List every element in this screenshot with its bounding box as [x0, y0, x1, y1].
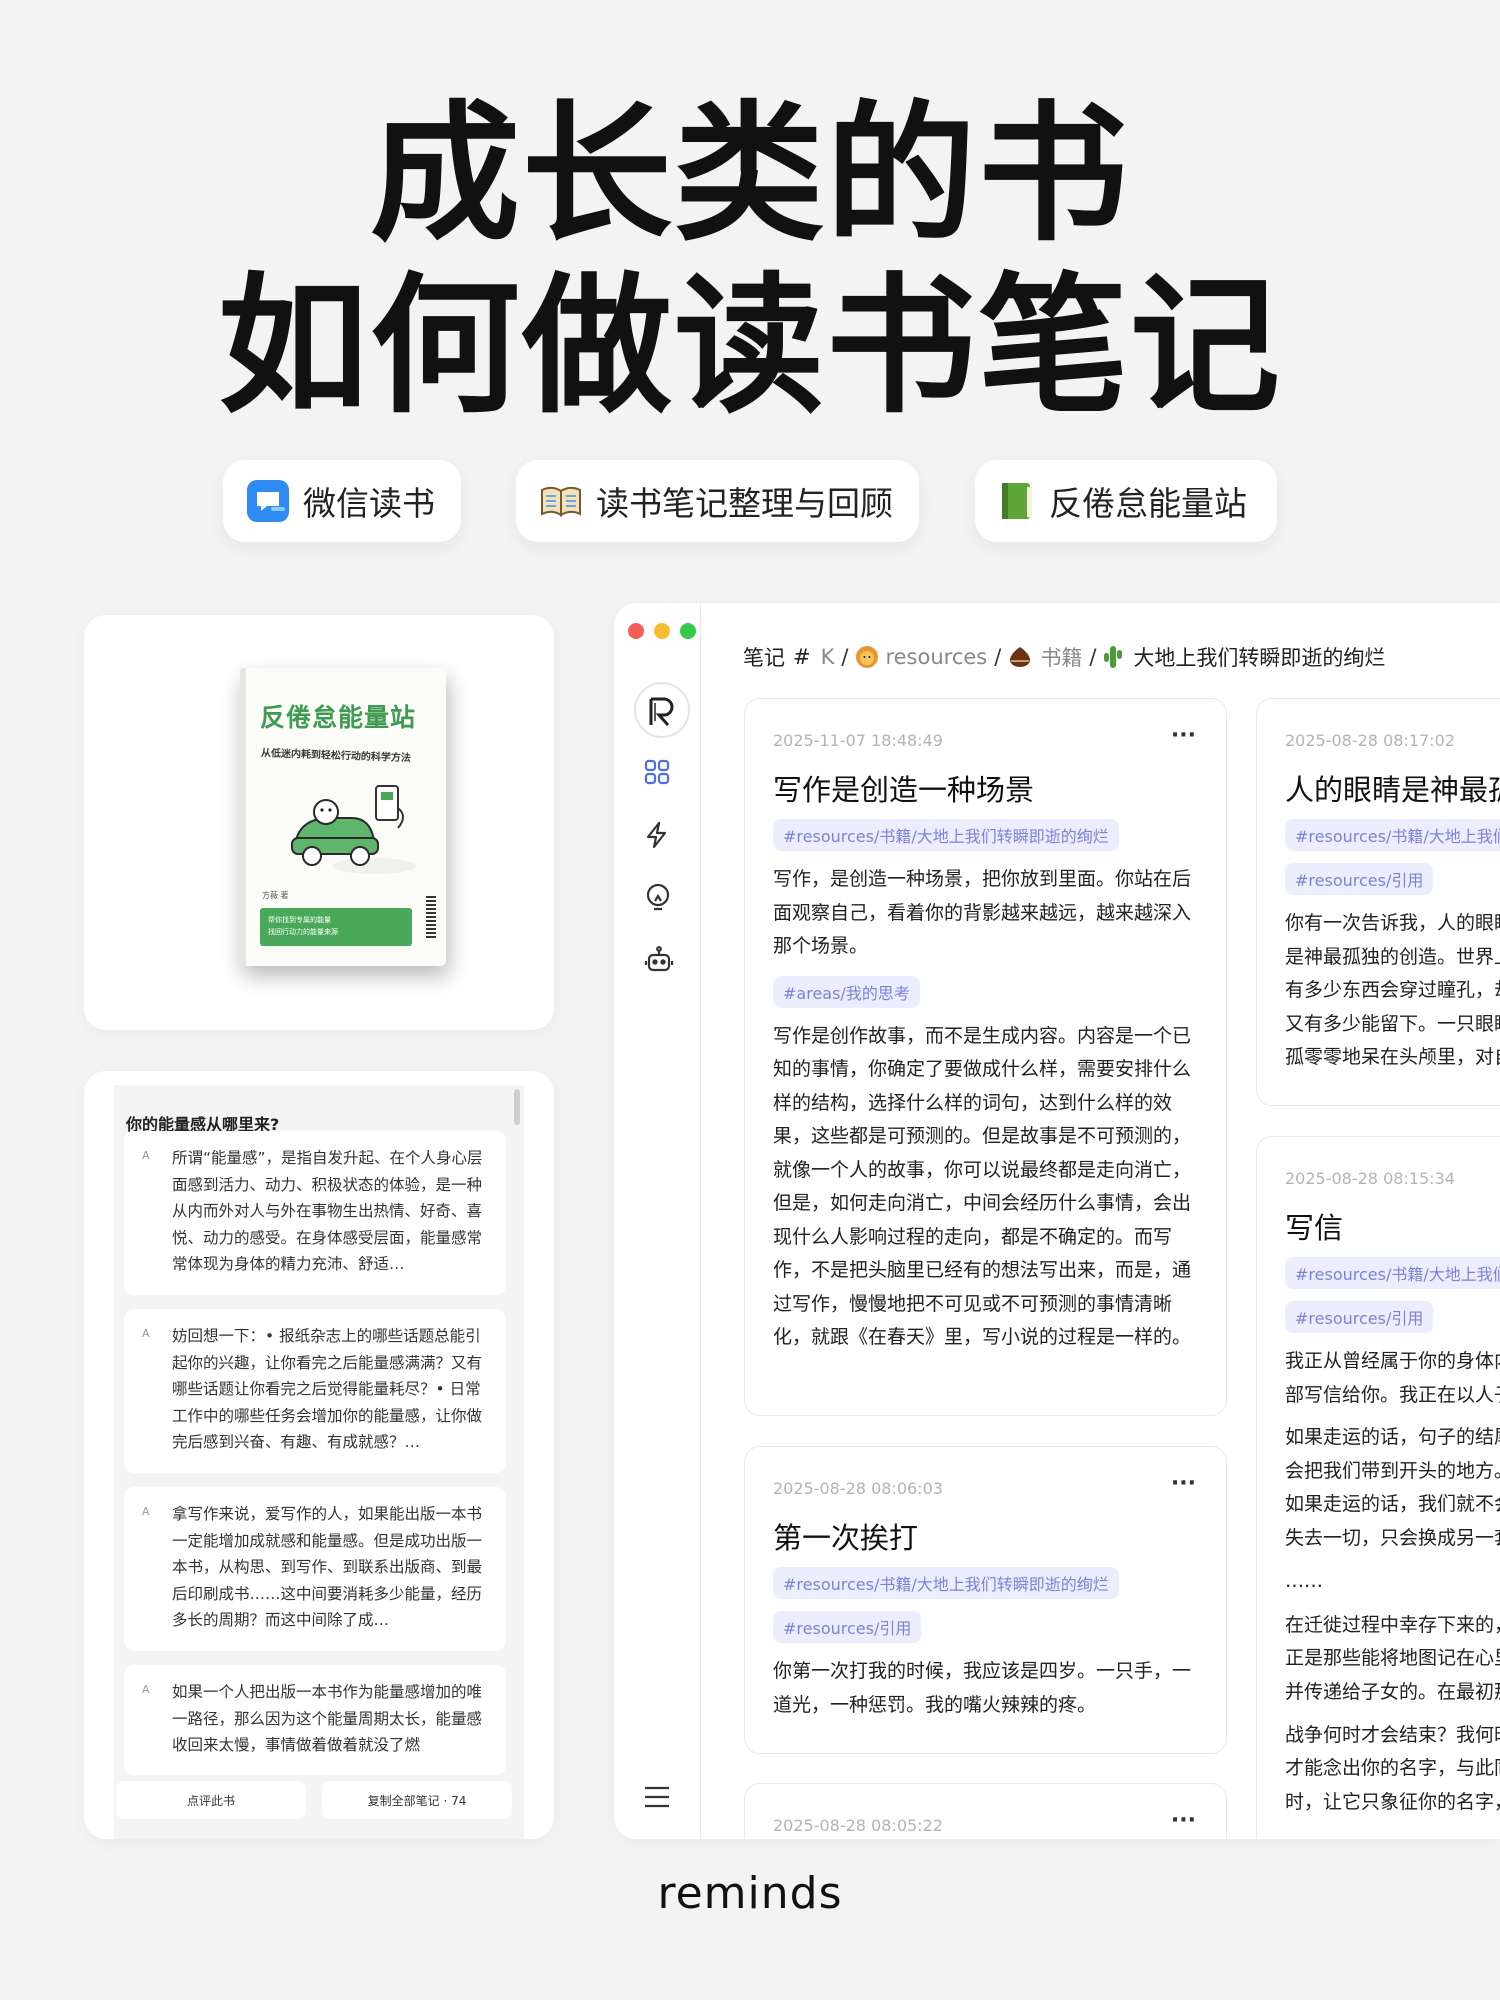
app-logo-icon[interactable]	[633, 681, 691, 739]
note-text: 战争何时才会结束？我何时才能念出你的名字，与此同时，让它只象征你的名字，而不象征…	[1285, 1723, 1500, 1813]
note-card[interactable]: 2025-08-28 08:15:34 写信 #resources/书籍/大地上…	[1256, 1136, 1500, 1839]
wechat-read-app-icon	[247, 480, 289, 522]
lightbulb-icon[interactable]	[644, 883, 672, 913]
cactus-icon	[1103, 644, 1123, 670]
book-cover-card: 反倦怠能量站 从低迷内耗到轻松行动的科学方法 方薇 著 帮你找到专属的能量 找回…	[84, 615, 554, 1030]
note-card[interactable]: 2025-08-28 08:17:02 人的眼睛是神最孤独的创造 #resour…	[1256, 698, 1500, 1106]
window-close-button[interactable]	[628, 623, 644, 639]
note-title: 写信	[1285, 1211, 1344, 1245]
note-tag[interactable]: #resources/引用	[1285, 863, 1434, 895]
lightning-icon[interactable]	[644, 821, 670, 849]
open-book-icon	[540, 484, 582, 518]
ai-icon: A	[142, 1683, 150, 1696]
window-minimize-button[interactable]	[654, 623, 670, 639]
green-book-icon	[999, 481, 1035, 521]
book-cover-badge: 帮你找到专属的能量 找回行动力的能量来源	[260, 908, 412, 946]
pill-wechat-read: 微信读书	[223, 460, 461, 542]
breadcrumb: 笔记 # K / resources / 书籍 / 大地上我们转瞬即逝的绚烂	[743, 642, 1385, 672]
chat-item[interactable]: A 所谓“能量感”，是指自发升起、在个人身心层面感到活力、动力、积极状态的体验，…	[124, 1131, 506, 1295]
chat-item-text: 所谓“能量感”，是指自发升起、在个人身心层面感到活力、动力、积极状态的体验，是一…	[172, 1149, 483, 1273]
note-tag[interactable]: #resources/引用	[773, 1611, 922, 1643]
chat-item[interactable]: A 妨回想一下：• 报纸杂志上的哪些话题总能引起你的兴趣，让你看完之后能量感满满…	[124, 1309, 506, 1473]
note-text: 你第一次打我的时候，我应该是四岁。一只手，一道光，一种惩罚。我的嘴火辣辣的疼。	[773, 1660, 1192, 1716]
note-date: 2025-08-28 08:17:02	[1285, 731, 1455, 750]
pill-label: 读书笔记整理与回顾	[596, 484, 893, 523]
chestnut-icon	[1008, 645, 1032, 669]
note-title: 人的眼睛是神最孤独的创造	[1285, 773, 1500, 807]
note-tag[interactable]: #resources/书籍/大地上我们转瞬即逝的绚烂	[773, 1567, 1119, 1599]
book-cover-subtitle: 从低迷内耗到轻松行动的科学方法	[260, 748, 412, 765]
badge-line2: 找回行动力的能量来源	[268, 928, 338, 936]
note-card[interactable]: 2025-11-07 18:48:49 ··· 写作是创造一种场景 #resou…	[744, 698, 1227, 1416]
note-date: 2025-08-28 08:06:03	[773, 1479, 943, 1498]
app-window: 笔记 # K / resources / 书籍 / 大地上我们转瞬即逝的绚烂 2…	[614, 603, 1500, 1839]
more-options-icon[interactable]: ···	[1171, 723, 1196, 748]
chat-panel: 你的能量感从哪里来? A 所谓“能量感”，是指自发升起、在个人身心层面感到活力、…	[114, 1085, 524, 1839]
chat-item-text: 如果一个人把出版一本书作为能量感增加的唯一路径，那么因为这个能量周期太长，能量感…	[172, 1683, 483, 1754]
robot-icon[interactable]	[644, 945, 674, 975]
book-cover-title: 反倦怠能量站	[260, 703, 417, 732]
grid-icon[interactable]	[644, 759, 670, 785]
note-title: 第一次挨打	[773, 1521, 919, 1555]
breadcrumb-book-title[interactable]: 大地上我们转瞬即逝的绚烂	[1133, 642, 1385, 672]
note-text: 你有一次告诉我，人的眼睛是神最孤独的创造。世界上有多少东西会穿过瞳孔，却又有多少…	[1285, 912, 1500, 1068]
more-options-icon[interactable]: ···	[1171, 1471, 1196, 1496]
more-options-icon[interactable]: ···	[1171, 1808, 1196, 1833]
note-text: 在迁徙过程中幸存下来的，正是那些能将地图记在心里并传递给子女的。在最初那个冬天，…	[1285, 1613, 1500, 1703]
chat-item[interactable]: A 拿写作来说，爱写作的人，如果能出版一本书一定能增加成就感和能量感。但是成功出…	[124, 1487, 506, 1651]
lion-icon	[855, 645, 879, 669]
hero-title-line2: 如何做读书笔记	[217, 260, 1282, 434]
note-tag[interactable]: #areas/我的思考	[773, 975, 920, 1008]
note-tag[interactable]: #resources/书籍/大地上我们转瞬即逝的绚烂	[1285, 819, 1500, 851]
book-cover[interactable]: 反倦怠能量站 从低迷内耗到轻松行动的科学方法 方薇 著 帮你找到专属的能量 找回…	[240, 668, 446, 966]
breadcrumb-resources[interactable]: resources	[885, 645, 987, 669]
breadcrumb-notes[interactable]: 笔记	[743, 642, 785, 672]
ai-icon: A	[142, 1149, 150, 1162]
hero-title-line1: 成长类的书	[369, 88, 1130, 262]
pill-label: 微信读书	[303, 484, 435, 523]
note-text: 写作是创作故事，而不是生成内容。内容是一个已知的事情，你确定了要做成什么样，需要…	[773, 1024, 1192, 1349]
note-tag[interactable]: #resources/书籍/大地上我们转瞬即逝的绚烂	[1285, 1257, 1500, 1289]
note-tag[interactable]: #resources/书籍/大地上我们转瞬即逝的绚烂	[773, 819, 1119, 851]
chat-item-text: 拿写作来说，爱写作的人，如果能出版一本书一定能增加成就感和能量感。但是成功出版一…	[172, 1505, 483, 1629]
window-maximize-button[interactable]	[680, 623, 696, 639]
scrollbar[interactable]	[514, 1089, 520, 1125]
badge-line1: 帮你找到专属的能量	[268, 916, 331, 924]
brand-wordmark: reminds	[657, 1868, 843, 1919]
menu-icon[interactable]	[644, 1785, 670, 1809]
ai-icon: A	[142, 1505, 150, 1518]
note-tag[interactable]: #resources/引用	[1285, 1301, 1434, 1333]
note-text: 写作，是创造一种场景，把你放到里面。你站在后面观察自己，看着你的背影越来越远，越…	[773, 868, 1192, 957]
ai-icon: A	[142, 1327, 150, 1340]
hash-icon: #	[793, 645, 811, 669]
note-text: 我正从曾经属于你的身体内部写信给你。我正在以人子的身份写信给你。	[1285, 1350, 1500, 1406]
chat-item-text: 妨回想一下：• 报纸杂志上的哪些话题总能引起你的兴趣，让你看完之后能量感满满？又…	[172, 1327, 483, 1451]
note-date: 2025-11-07 18:48:49	[773, 731, 943, 750]
note-date: 2025-08-28 08:05:22	[773, 1816, 943, 1835]
car-illustration	[291, 785, 416, 874]
review-book-button[interactable]: 点评此书	[116, 1781, 306, 1819]
book-cover-author: 方薇 著	[262, 891, 289, 900]
pill-notes-review: 读书笔记整理与回顾	[516, 460, 919, 542]
barcode	[426, 896, 436, 938]
copy-all-notes-button[interactable]: 复制全部笔记 · 74	[322, 1781, 512, 1819]
breadcrumb-books[interactable]: 书籍	[1040, 642, 1082, 672]
breadcrumb-k[interactable]: K	[821, 645, 835, 669]
sidebar-divider	[700, 603, 701, 1839]
note-card[interactable]: 2025-08-28 08:05:22 ···	[744, 1783, 1227, 1839]
note-card[interactable]: 2025-08-28 08:06:03 ··· 第一次挨打 #resources…	[744, 1446, 1227, 1754]
note-text: ……	[1285, 1570, 1323, 1592]
note-title: 写作是创造一种场景	[773, 773, 1035, 807]
note-date: 2025-08-28 08:15:34	[1285, 1169, 1455, 1188]
book-chat-card: 你的能量感从哪里来? A 所谓“能量感”，是指自发升起、在个人身心层面感到活力、…	[84, 1071, 554, 1839]
pill-label: 反倦怠能量站	[1049, 484, 1247, 523]
note-text: 如果走运的话，句子的结尾会把我们带到开头的地方。如果走运的话，我们就不会失去一切…	[1285, 1426, 1500, 1549]
chat-item[interactable]: A 如果一个人把出版一本书作为能量感增加的唯一路径，那么因为这个能量周期太长，能…	[124, 1665, 506, 1775]
pill-energy-station: 反倦怠能量站	[975, 460, 1277, 542]
